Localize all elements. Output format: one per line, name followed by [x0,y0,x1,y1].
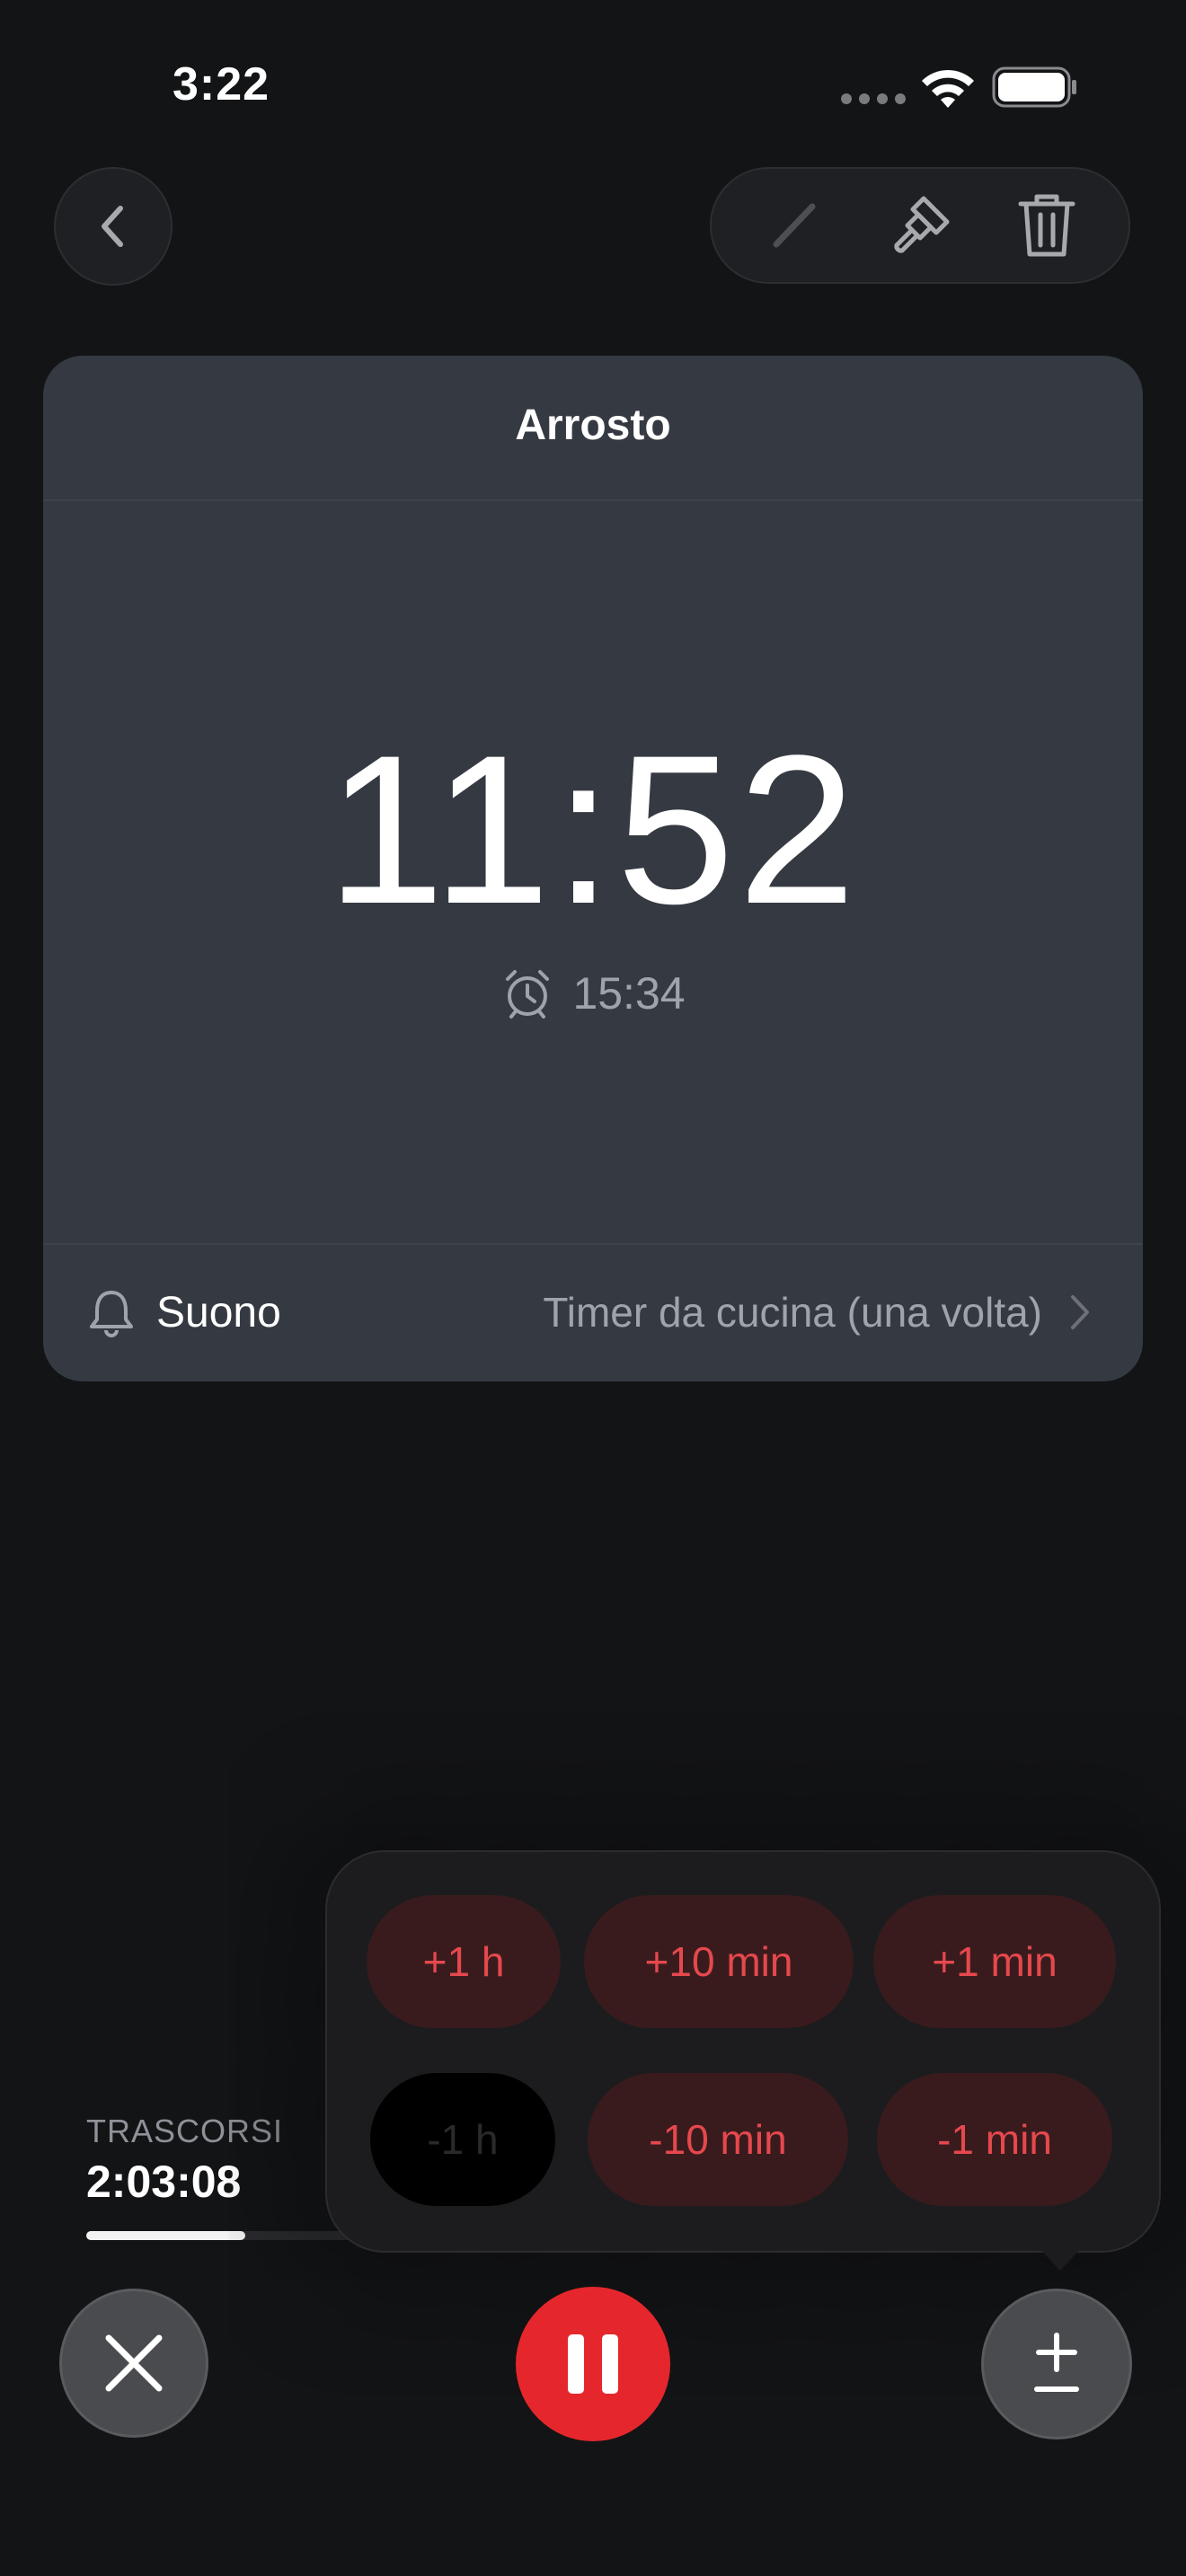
subtract-10-minutes-button[interactable]: -10 min [588,2073,848,2206]
edit-button[interactable] [753,185,834,266]
pause-button[interactable] [516,2287,670,2441]
chevron-right-icon [1071,1295,1089,1329]
subtract-1-minute-button[interactable]: -1 min [877,2073,1112,2206]
close-icon [105,2334,163,2392]
pause-icon-bar [568,2334,584,2394]
elapsed-progress-fill [86,2231,245,2240]
chevron-left-icon [102,206,123,247]
plus-minus-icon [1034,2333,1079,2392]
wifi-icon [922,69,974,108]
add-1-hour-button[interactable]: +1 h [367,1895,561,2028]
pencil-icon [773,203,816,248]
end-time: 15:34 [572,968,686,1019]
back-button[interactable] [54,167,173,286]
trash-icon [1018,194,1075,257]
status-time: 3:22 [173,58,270,110]
timer-actions-toolbar [710,167,1130,284]
sound-value: Timer da cucina (una volta) [543,1289,1042,1336]
popup-pointer [1035,2244,1085,2271]
add-1-minute-button[interactable]: +1 min [873,1895,1116,2028]
timer-title: Arrosto [515,401,671,449]
alarm-clock-icon [506,970,550,1019]
bell-icon [90,1291,133,1337]
battery-icon [992,66,1076,108]
cellular-signal-icon [841,93,906,104]
time-adjust-popup: +1 h +10 min +1 min -1 h -10 min -1 min [325,1850,1161,2253]
timer-card: Arrosto 11:52 15:34 Suono Timer da cucin… [43,356,1143,1381]
subtract-1-hour-button[interactable]: -1 h [370,2073,555,2206]
style-button[interactable] [880,185,960,266]
sound-label: Suono [156,1288,281,1337]
adjust-time-button[interactable] [981,2289,1132,2439]
cancel-timer-button[interactable] [59,2289,208,2438]
paintbrush-icon [894,196,950,253]
end-time-row: 15:34 [43,966,1143,1020]
add-10-minutes-button[interactable]: +10 min [584,1895,854,2028]
remaining-time: 11:52 [326,711,860,948]
sound-setting-row[interactable]: Suono Timer da cucina (una volta) [43,1245,1143,1380]
elapsed-value: 2:03:08 [86,2157,242,2207]
elapsed-label: TRASCORSI [86,2113,284,2149]
delete-button[interactable] [1006,185,1087,266]
pause-icon-bar [602,2334,618,2394]
divider [43,499,1143,501]
